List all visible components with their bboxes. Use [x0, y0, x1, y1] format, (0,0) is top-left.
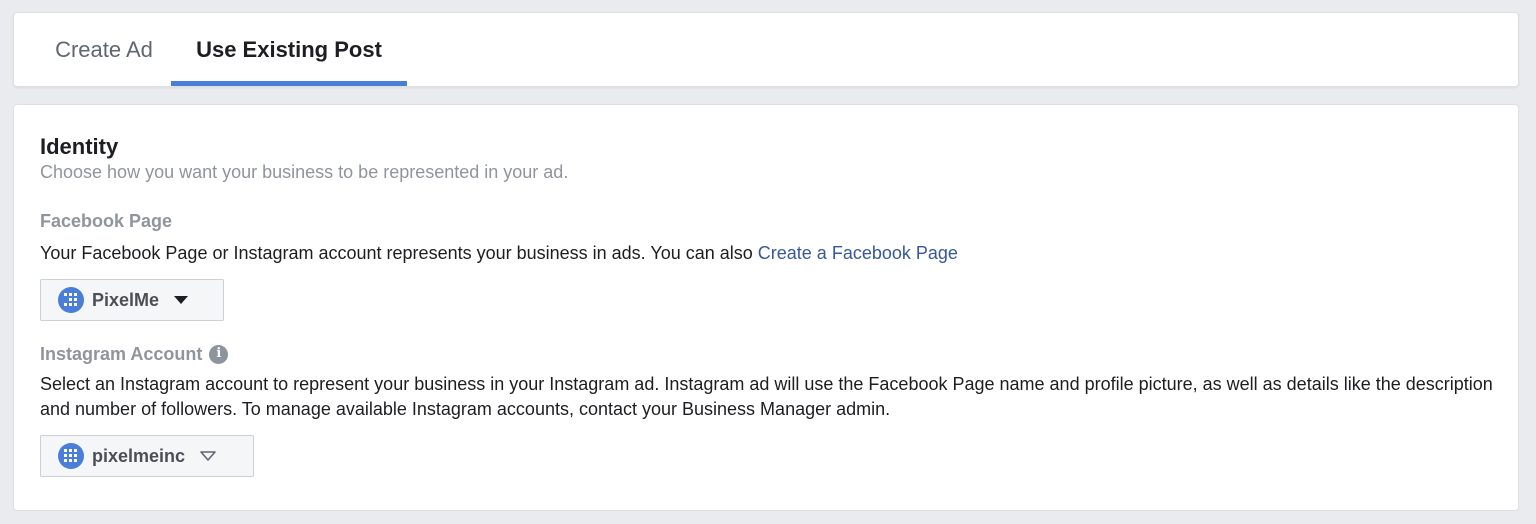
instagram-account-description: Select an Instagram account to represent…: [40, 374, 1493, 419]
caret-down-outline-icon: [199, 450, 217, 462]
facebook-page-description: Your Facebook Page or Instagram account …: [40, 241, 1500, 266]
instagram-account-selected: pixelmeinc: [92, 445, 186, 466]
facebook-page-selected: PixelMe: [92, 289, 160, 310]
info-icon[interactable]: i: [209, 344, 229, 364]
section-subtitle: Choose how you want your business to be …: [40, 162, 569, 182]
tab-create-ad[interactable]: Create Ad: [14, 13, 176, 87]
pixelme-logo-icon: [58, 287, 84, 313]
section-title: Identity: [40, 134, 119, 159]
tab-bar: Create Ad Use Existing Post: [13, 12, 1519, 87]
pixelme-logo-icon: [58, 443, 84, 469]
identity-section: Identity Choose how you want your busine…: [13, 104, 1519, 511]
create-facebook-page-link[interactable]: Create a Facebook Page: [758, 243, 958, 263]
tab-use-existing-post[interactable]: Use Existing Post: [171, 13, 407, 87]
facebook-page-label: Facebook Page: [40, 210, 172, 232]
facebook-page-description-text: Your Facebook Page or Instagram account …: [40, 243, 758, 263]
instagram-account-dropdown[interactable]: pixelmeinc: [40, 435, 254, 477]
instagram-account-label-text: Instagram Account: [40, 344, 203, 364]
caret-down-filled-icon: [173, 295, 189, 305]
active-tab-indicator: [171, 81, 407, 86]
instagram-account-label: Instagram Account i: [40, 343, 229, 365]
facebook-page-dropdown[interactable]: PixelMe: [40, 279, 224, 321]
facebook-page-label-text: Facebook Page: [40, 211, 173, 231]
